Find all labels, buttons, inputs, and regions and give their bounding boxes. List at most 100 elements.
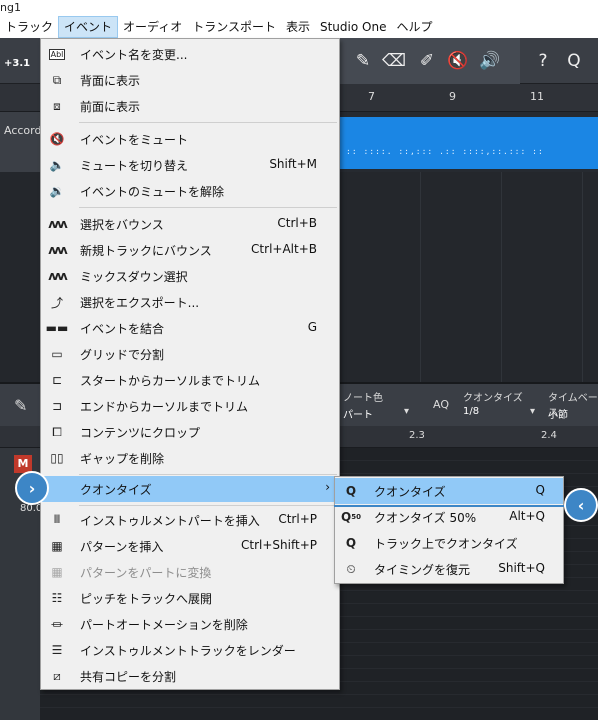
split-grid-icon: ▭ [51,347,63,361]
menu-help[interactable]: ヘルプ [391,16,437,38]
trim-start-icon: ⊏ [51,373,63,387]
piano-icon: 𝍫 [53,511,60,526]
ruler-tick: 2.3 [409,430,425,441]
menu-item-quantize[interactable]: クオンタイズ › [41,476,339,502]
eraser-tool-icon[interactable]: ⌫ [381,48,407,74]
track-header[interactable]: Accord [0,112,42,172]
menu-item-render-track[interactable]: ☰ インストゥルメントトラックをレンダー [41,637,339,663]
menu-item-convert-pattern: ▦ パターンをパートに変換 [41,559,339,585]
chevron-down-icon[interactable]: ▾ [530,406,535,417]
menu-audio[interactable]: オーディオ [118,16,187,38]
crop-icon: ⧠ [52,424,62,439]
note-color-value[interactable]: パート [343,406,373,421]
menu-track[interactable]: トラック [0,16,58,38]
menu-item-delete-gaps[interactable]: ▯▯ ギャップを削除 [41,445,339,471]
menu-item-crop[interactable]: ⧠ コンテンツにクロップ [41,419,339,445]
menu-item-trim-start[interactable]: ⊏ スタートからカーソルまでトリム [41,367,339,393]
quantize-50-icon: Q 50 [341,510,361,524]
submenu-item-quantize-50[interactable]: Q 50 クオンタイズ 50% Alt+Q [335,504,563,530]
mixdown-icon: ᴧᴧᴧ [48,269,67,283]
send-to-back-icon: ⧉ [52,72,62,87]
window-title: ng1 [0,0,598,16]
quantize-submenu: Q クオンタイズ Q Q 50 クオンタイズ 50% Alt+Q Q トラック上で… [334,476,564,584]
menu-item-merge[interactable]: ▬▬ イベントを結合 G [41,315,339,341]
bounce-new-track-icon: ᴧᴧᴧ [48,243,67,257]
quantize-track-icon: Q [345,536,357,550]
menu-item-expand-pitch[interactable]: ☷ ピッチをトラックへ展開 [41,585,339,611]
submenu-item-restore-timing[interactable]: ⏲ タイミングを復元 Shift+Q [335,556,563,582]
ruler-tick: 9 [449,90,456,103]
menu-item-trim-end[interactable]: ⊐ エンドからカーソルまでトリム [41,393,339,419]
submenu-item-quantize[interactable]: Q クオンタイズ Q [335,478,563,504]
menu-studio-one[interactable]: Studio One [315,16,391,38]
menu-item-bounce[interactable]: ᴧᴧᴧ 選択をバウンス Ctrl+B [41,211,339,237]
chevron-down-icon[interactable]: ▾ [404,406,409,417]
menu-item-toggle-mute[interactable]: 🔈 ミュートを切り替え Shift+M [41,152,339,178]
event-menu: Abl イベント名を変更... ⧉ 背面に表示 ⧈ 前面に表示 🔇 イベントをミ… [40,38,340,690]
menu-item-unmute[interactable]: 🔉 イベントのミュートを解除 [41,178,339,204]
toggle-mute-icon: 🔈 [49,158,65,172]
menu-item-split-grid[interactable]: ▭ グリッドで分割 [41,341,339,367]
quantize-label: クオンタイズ [463,393,523,404]
split-copy-icon: ⧄ [53,668,61,683]
pattern-icon: ▦ [51,539,63,553]
quantize-value[interactable]: 1/8 [463,406,479,417]
pattern-convert-icon: ▦ [51,565,63,579]
menu-separator [79,474,337,475]
menu-item-send-back[interactable]: ⧉ 背面に表示 [41,67,339,93]
ruler-tick: 2.4 [541,430,557,441]
quantize-tool-icon[interactable]: Q [561,48,587,74]
arrange-grid [340,172,598,382]
pencil-icon[interactable]: ✎ [14,396,27,415]
bring-to-front-icon: ⧈ [53,98,61,113]
delete-automation-icon: ⏛ [50,617,63,632]
note-color-label: ノート色 [343,393,383,404]
mute-tool-icon[interactable]: 🔇 [445,48,471,74]
menu-item-export[interactable]: ⤴ 選択をエクスポート... [41,289,339,315]
menu-bar: トラック イベント オーディオ トランスポート 表示 Studio One ヘル… [0,16,598,38]
trim-end-icon: ⊐ [51,399,63,413]
ruler-tick: 11 [530,90,544,103]
menu-view[interactable]: 表示 [281,16,315,38]
menu-item-bring-front[interactable]: ⧈ 前面に表示 [41,93,339,119]
ruler-tick: 7 [368,90,375,103]
menu-item-insert-pattern[interactable]: ▦ パターンを挿入 Ctrl+Shift+P [41,533,339,559]
menu-separator [79,122,337,123]
menu-item-insert-instrument-part[interactable]: 𝍫 インストゥルメントパートを挿入 Ctrl+P [41,507,339,533]
menu-item-mixdown[interactable]: ᴧᴧᴧ ミックスダウン選択 [41,263,339,289]
restore-timing-icon: ⏲ [346,561,356,576]
bounce-icon: ᴧᴧᴧ [48,217,67,231]
instrument-event[interactable]: :: ::::. ::,::: .:: ::::,::.::: :: [340,117,598,169]
event-note-preview: :: ::::. ::,::: .:: ::::,::.::: :: [346,147,544,156]
listen-tool-icon[interactable]: 🔊 [477,48,503,74]
submenu-item-quantize-track[interactable]: Q トラック上でクオンタイズ [335,530,563,556]
aq-button[interactable]: AQ [433,398,449,411]
delete-gaps-icon: ▯▯ [50,451,64,465]
timebase-value[interactable]: 小節 [548,406,568,421]
pencil-tool-icon[interactable]: ✎ [350,48,376,74]
menu-item-delete-automation[interactable]: ⏛ パートオートメーションを削除 [41,611,339,637]
menu-item-split-copy[interactable]: ⧄ 共有コピーを分割 [41,663,339,689]
paint-tool-icon[interactable]: ✐ [414,48,440,74]
callout-line [334,505,566,507]
mute-event-icon: 🔇 [49,132,65,146]
help-icon[interactable]: ? [530,48,556,74]
quantize-icon: Q [345,484,357,498]
menu-event[interactable]: イベント [58,16,119,38]
menu-separator [79,505,337,506]
pitch-expand-icon: ☷ [51,591,63,605]
render-icon: ☰ [51,643,63,657]
menu-item-rename[interactable]: Abl イベント名を変更... [41,41,339,67]
menu-item-bounce-new-track[interactable]: ᴧᴧᴧ 新規トラックにバウンス Ctrl+Alt+B [41,237,339,263]
export-icon: ⤴ [50,295,63,310]
abl-rename-icon: Abl [48,48,66,60]
chevron-left-icon: ‹ [564,488,598,522]
chevron-right-icon: › [325,480,330,494]
menu-item-mute[interactable]: 🔇 イベントをミュート [41,126,339,152]
unmute-event-icon: 🔉 [49,184,65,198]
merge-icon: ▬▬ [45,321,69,335]
toolbar-value: +3.1 [4,58,31,69]
chevron-right-icon: › [15,471,49,505]
track-name: Accord [4,124,42,137]
menu-transport[interactable]: トランスポート [187,16,281,38]
